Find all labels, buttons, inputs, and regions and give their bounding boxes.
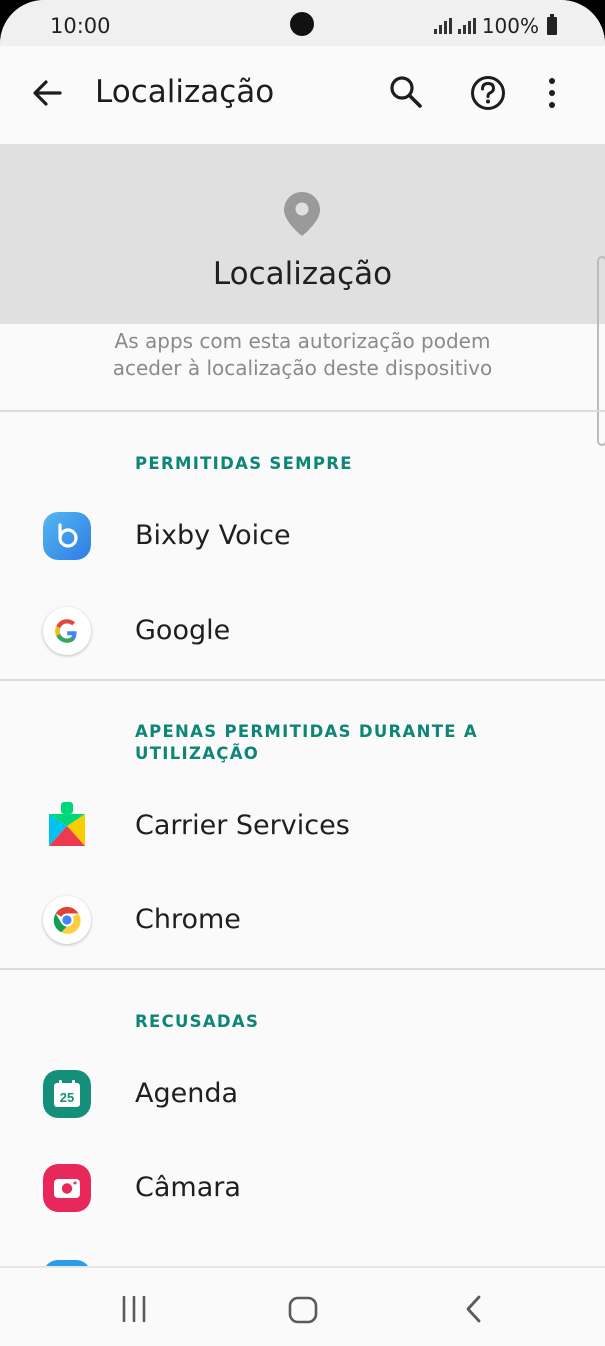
- header-card: Localização: [0, 144, 605, 324]
- section-header-allowed-while-using: APENAS PERMITIDAS DURANTE A UTILIZAÇÃO: [135, 722, 478, 763]
- status-indicators: 100%: [433, 14, 557, 38]
- home-icon: [288, 1296, 318, 1324]
- app-bar: Localização: [0, 46, 605, 138]
- screen: 10:00 100% Localização Localização As ap…: [0, 0, 605, 1346]
- home-button[interactable]: [288, 1296, 318, 1324]
- divider: [0, 410, 605, 412]
- chevron-left-icon: [466, 1295, 481, 1323]
- app-name: Bixby Voice: [135, 520, 291, 551]
- search-button[interactable]: [386, 72, 426, 112]
- back-button[interactable]: [26, 72, 68, 114]
- navigation-bar: [0, 1266, 605, 1346]
- header-description-line: As apps com esta autorização podem: [114, 329, 491, 353]
- more-vert-icon: [549, 78, 555, 108]
- chrome-icon: [43, 896, 91, 944]
- help-button[interactable]: [467, 72, 509, 114]
- help-icon: [471, 76, 505, 110]
- app-name: Carrier Services: [135, 810, 350, 841]
- app-row-carrier-services[interactable]: Carrier Services: [0, 782, 605, 872]
- header-description: As apps com esta autorização podem acede…: [0, 328, 605, 382]
- divider: [0, 679, 605, 681]
- calendar-icon: 25: [43, 1070, 91, 1118]
- app-row-bixby-voice[interactable]: Bixby Voice: [0, 492, 605, 582]
- header-title: Localização: [212, 256, 393, 292]
- app-row-google[interactable]: Google: [0, 587, 605, 677]
- front-camera: [290, 12, 314, 36]
- app-name: Google: [135, 615, 231, 646]
- scrollbar[interactable]: [597, 256, 605, 446]
- app-row-chrome[interactable]: Chrome: [0, 876, 605, 966]
- status-time: 10:00: [50, 14, 111, 38]
- section-header-denied: RECUSADAS: [135, 1012, 260, 1031]
- battery-icon: [547, 14, 557, 35]
- app-row-agenda[interactable]: 25 Agenda: [0, 1050, 605, 1140]
- camera-icon: [43, 1164, 91, 1212]
- signal-icon: [433, 18, 452, 34]
- app-row-camera[interactable]: Câmara: [0, 1144, 605, 1234]
- section-header-allowed-always: PERMITIDAS SEMPRE: [135, 454, 353, 473]
- location-pin-icon: [284, 192, 320, 236]
- app-name: Câmara: [135, 1172, 241, 1203]
- app-row-partial[interactable]: [0, 1238, 605, 1268]
- app-name: Agenda: [135, 1078, 239, 1109]
- recents-icon: [122, 1295, 146, 1323]
- google-icon: [43, 607, 91, 655]
- calendar-badge: 25: [60, 1090, 74, 1105]
- carrier-services-icon: [43, 802, 91, 850]
- arrow-back-icon: [33, 80, 62, 106]
- recents-button[interactable]: [118, 1295, 150, 1323]
- header-description-line: aceder à localização deste dispositivo: [112, 356, 493, 380]
- battery-percent: 100%: [481, 14, 539, 38]
- app-name: Chrome: [135, 904, 241, 935]
- bixby-voice-icon: [43, 512, 91, 560]
- nav-back-button[interactable]: [462, 1294, 486, 1324]
- signal-icon: [457, 18, 476, 34]
- divider: [0, 968, 605, 970]
- status-bar: 10:00 100%: [0, 0, 605, 46]
- more-options-button[interactable]: [538, 72, 566, 114]
- search-icon: [390, 76, 422, 108]
- page-title: Localização: [95, 74, 275, 110]
